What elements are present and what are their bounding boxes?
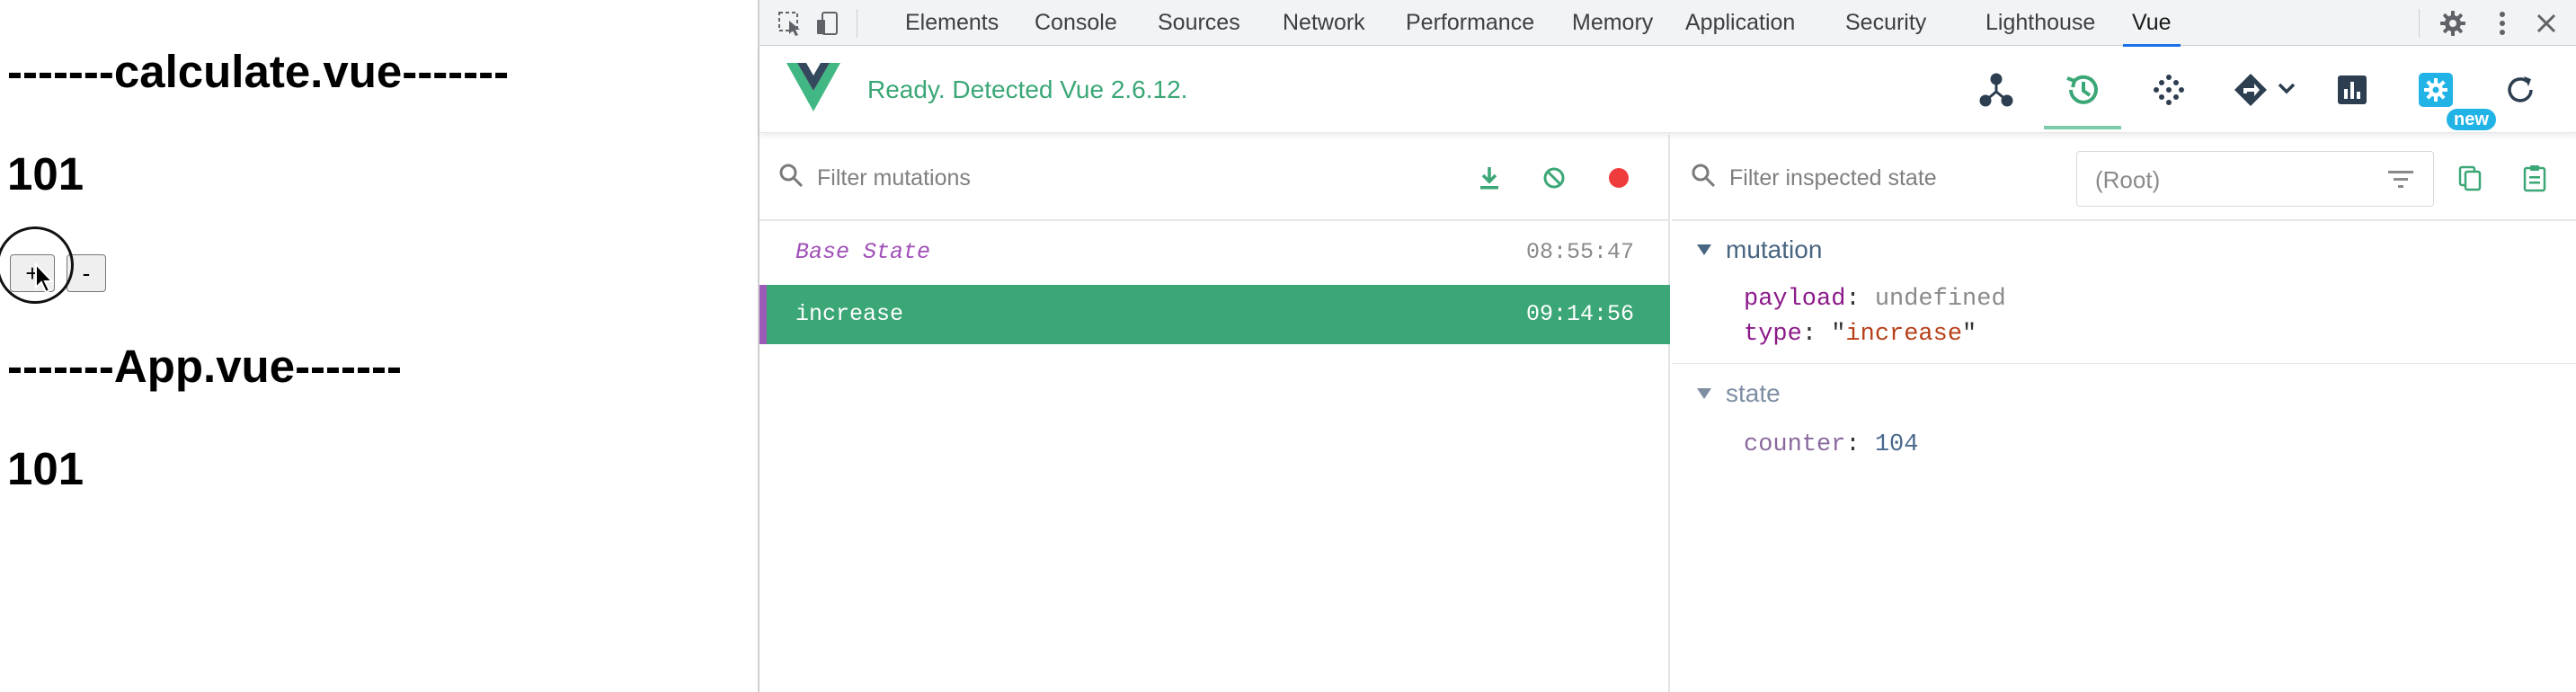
counter-entry[interactable]: counter: 104 <box>1744 431 1918 458</box>
components-icon[interactable] <box>1971 65 2021 115</box>
search-icon <box>1692 164 1716 188</box>
calculate-title: -------calculate.vue------- <box>7 46 510 97</box>
settings-icon[interactable] <box>2411 65 2461 115</box>
history-icon[interactable] <box>2044 65 2121 129</box>
mutation-name: Base State <box>795 239 931 265</box>
tab-performance[interactable]: Performance <box>1406 0 1534 46</box>
counter-key: counter <box>1744 431 1846 458</box>
state-section-label: state <box>1726 379 1781 407</box>
app-page: -------calculate.vue------- 101 + - ----… <box>0 0 758 692</box>
vue-status-text: Ready. Detected Vue 2.6.12. <box>867 75 1188 103</box>
increment-button[interactable]: + <box>10 254 55 292</box>
type-value: increase <box>1845 321 1963 348</box>
toolbar-divider <box>2419 9 2420 38</box>
tab-lighthouse[interactable]: Lighthouse <box>1985 0 2095 46</box>
mutation-row[interactable]: Base State 08:55:47 <box>759 223 1670 282</box>
mutation-time: 08:55:47 <box>1525 239 1634 265</box>
counter-value: 104 <box>1874 431 1919 458</box>
app-count: 101 <box>7 443 84 494</box>
devtools-panel: Elements Console Sources Network Perform… <box>758 0 2576 692</box>
payload-value: undefined <box>1874 286 2006 313</box>
filter-state-input[interactable] <box>1729 160 2062 196</box>
tab-vue[interactable]: Vue <box>2123 0 2181 47</box>
close-devtools-icon[interactable] <box>2530 7 2563 40</box>
root-select[interactable]: (Root) <box>2076 151 2434 207</box>
more-vert-icon[interactable] <box>2486 7 2518 40</box>
mutation-section-label: mutation <box>1726 235 1823 263</box>
commit-all-icon[interactable] <box>1473 162 1506 194</box>
new-badge: new <box>2447 109 2496 130</box>
vue-devtools-header: Ready. Detected Vue 2.6.12. new <box>759 47 2576 133</box>
device-toolbar-icon[interactable] <box>812 7 844 40</box>
filter-mutations-input[interactable] <box>817 160 1338 196</box>
collapse-triangle-icon <box>1697 244 1711 255</box>
payload-entry: payload: undefined <box>1744 286 2006 313</box>
state-inspector-pane: (Root) mutation payload: undefined type:… <box>1672 135 2576 692</box>
app-title: -------App.vue------- <box>7 341 402 392</box>
mutation-name: increase <box>795 301 904 327</box>
decrement-button[interactable]: - <box>67 254 106 292</box>
type-entry: type: "increase" <box>1744 321 1977 348</box>
filter-list-icon <box>2388 171 2413 188</box>
events-icon[interactable] <box>2144 65 2194 115</box>
state-toolbar: (Root) <box>1672 135 2576 221</box>
record-icon[interactable] <box>1603 162 1635 194</box>
collapse-triangle-icon <box>1697 388 1711 399</box>
mutations-pane: Base State 08:55:47 increase 09:14:56 <box>759 135 1670 692</box>
performance-icon[interactable] <box>2327 65 2377 115</box>
tab-sources[interactable]: Sources <box>1158 0 1240 46</box>
tab-security[interactable]: Security <box>1845 0 1926 46</box>
calculate-count: 101 <box>7 148 84 200</box>
payload-key: payload <box>1744 286 1846 313</box>
state-section-toggle[interactable]: state <box>1697 379 1781 408</box>
settings-gear-icon[interactable] <box>2437 7 2469 40</box>
vue-logo-icon <box>786 63 840 111</box>
type-key: type <box>1744 321 1802 348</box>
tab-elements[interactable]: Elements <box>905 0 999 46</box>
inspect-element-icon[interactable] <box>774 7 806 40</box>
mutation-time: 09:14:56 <box>1525 301 1634 327</box>
mutation-row-selected[interactable]: increase 09:14:56 <box>759 285 1670 344</box>
routing-icon[interactable] <box>2230 65 2302 115</box>
tab-network[interactable]: Network <box>1283 0 1365 46</box>
copy-icon[interactable] <box>2454 162 2486 194</box>
mutation-section-toggle[interactable]: mutation <box>1697 235 1822 264</box>
revert-all-icon[interactable] <box>1538 162 1570 194</box>
refresh-icon[interactable] <box>2495 65 2545 115</box>
tab-application[interactable]: Application <box>1685 0 1795 46</box>
paste-icon[interactable] <box>2518 162 2551 194</box>
search-icon <box>779 164 804 188</box>
mutations-toolbar <box>759 135 1670 221</box>
devtools-tabbar: Elements Console Sources Network Perform… <box>759 0 2576 47</box>
root-select-value: (Root) <box>2095 166 2161 193</box>
section-divider <box>1672 363 2576 364</box>
tab-console[interactable]: Console <box>1035 0 1117 46</box>
tab-memory[interactable]: Memory <box>1572 0 1653 46</box>
